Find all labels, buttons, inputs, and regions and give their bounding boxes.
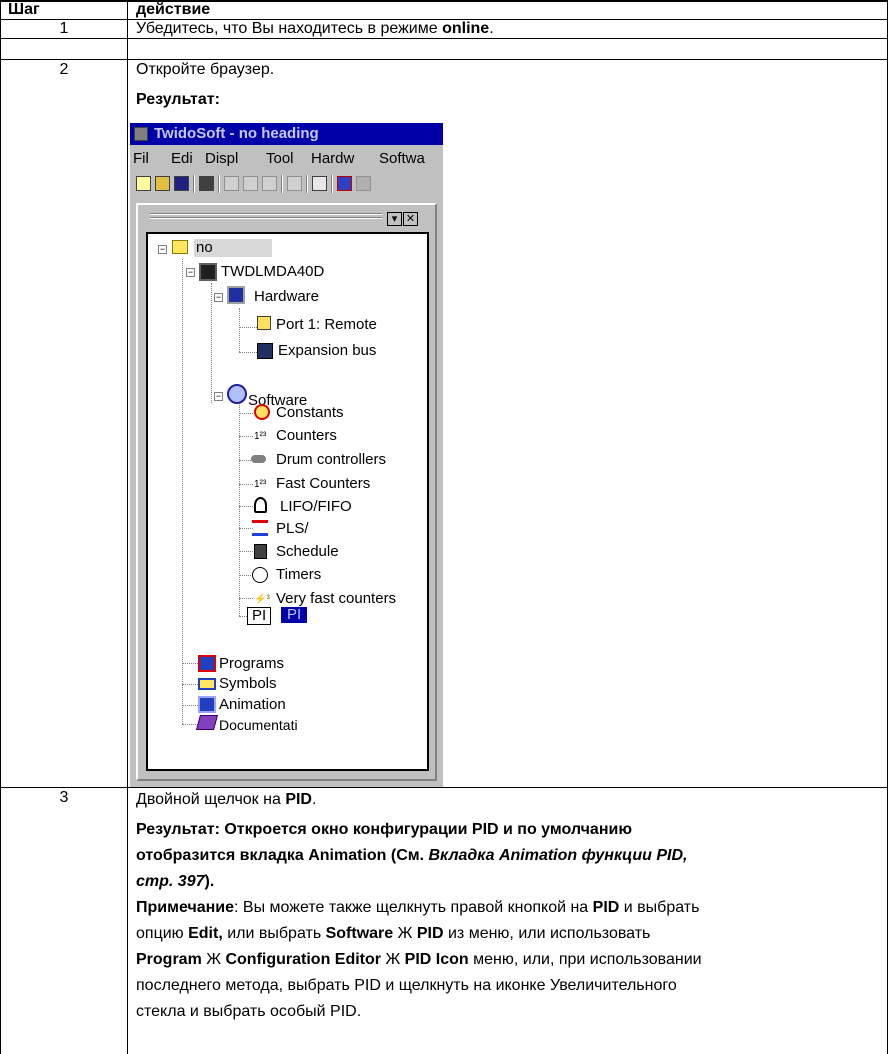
step-3-line: Двойной щелчок на PID. xyxy=(136,791,317,808)
panel-grip[interactable] xyxy=(150,217,382,219)
menu-file[interactable]: Fil xyxy=(133,148,149,170)
tree-item[interactable]: PLS/ xyxy=(276,520,309,538)
result-label: Результат: xyxy=(136,91,220,108)
tree-pid[interactable]: PI xyxy=(247,607,272,625)
tree-expansion[interactable]: Expansion bus xyxy=(278,342,376,360)
hardware-icon xyxy=(227,286,245,304)
step-3-line: Program Ж Configuration Editor Ж PID Ico… xyxy=(136,951,702,968)
undo-icon[interactable] xyxy=(287,176,302,191)
tree-item[interactable]: Drum controllers xyxy=(276,451,386,469)
schedule-icon xyxy=(254,544,267,559)
tree-hardware[interactable]: Hardware xyxy=(254,288,319,306)
browser-icon[interactable] xyxy=(312,176,327,191)
tree-item[interactable]: Counters xyxy=(276,427,337,445)
tree-animation[interactable]: Animation xyxy=(219,696,286,714)
step-number: 1 xyxy=(59,20,69,37)
new-icon[interactable] xyxy=(136,176,151,191)
folder-icon xyxy=(172,240,188,254)
toolbar-separator xyxy=(218,175,220,193)
window-titlebar: TwidoSoft - no heading xyxy=(130,123,443,145)
tree-port[interactable]: Port 1: Remote xyxy=(276,316,377,334)
menu-hardware[interactable]: Hardw xyxy=(311,148,354,170)
step-1-text: Убедитесь, что Вы находитесь в режиме on… xyxy=(136,20,494,37)
animation-icon xyxy=(198,696,216,713)
tree-item[interactable]: LIFO/FIFO xyxy=(280,498,352,516)
tree-root[interactable]: no xyxy=(194,239,272,257)
tree-pid-selected[interactable]: PI xyxy=(281,607,308,623)
toolbar-separator xyxy=(281,175,283,193)
pls-icon xyxy=(252,520,268,536)
disconnect-icon[interactable] xyxy=(356,176,371,191)
cut-icon[interactable] xyxy=(224,176,239,191)
menu-edit[interactable]: Edi xyxy=(171,148,193,170)
browser-panel: ▾ ✕ − no − TWDLMDA40D − Hardware Port 1:… xyxy=(136,203,437,781)
port-icon xyxy=(257,316,271,330)
toolbar-separator xyxy=(331,175,333,193)
copy-icon[interactable] xyxy=(243,176,258,191)
programs-icon xyxy=(198,655,216,672)
step-3-line: отобразится вкладка Animation (См. Вклад… xyxy=(136,847,688,864)
collapse-icon[interactable]: − xyxy=(214,392,223,401)
software-icon xyxy=(227,384,247,404)
fast-counters-icon: 1²³ xyxy=(254,479,267,490)
expansion-icon xyxy=(257,343,273,359)
collapse-icon[interactable]: − xyxy=(214,293,223,302)
step-3-line: стр. 397). xyxy=(136,873,215,890)
menu-display[interactable]: Displ xyxy=(205,148,238,170)
toolbar xyxy=(130,172,443,196)
save-icon[interactable] xyxy=(174,176,189,191)
tree-item[interactable]: Timers xyxy=(276,566,321,584)
header-step: Шаг xyxy=(8,1,40,18)
tree-documentation[interactable]: Documentati xyxy=(219,716,298,734)
step-3-line: последнего метода, выбрать PID и щелкнут… xyxy=(136,977,677,994)
paste-icon[interactable] xyxy=(262,176,277,191)
step-number: 3 xyxy=(59,789,69,806)
table-top-border xyxy=(0,0,888,2)
lifo-fifo-icon xyxy=(254,497,267,513)
menu-bar: Fil Edi Displ Tool Hardw Softwa xyxy=(130,148,443,170)
twidosoft-screenshot: TwidoSoft - no heading Fil Edi Displ Too… xyxy=(130,123,443,787)
counters-icon: 1²³ xyxy=(254,431,267,442)
drum-icon xyxy=(251,455,266,463)
timer-icon xyxy=(252,567,268,583)
step-2-text: Откройте браузер. xyxy=(136,61,275,78)
open-icon[interactable] xyxy=(155,176,170,191)
symbols-icon xyxy=(198,678,216,690)
connect-icon[interactable] xyxy=(337,176,352,191)
panel-close-icon[interactable]: ✕ xyxy=(403,212,418,226)
window-title: TwidoSoft - no heading xyxy=(154,125,319,142)
panel-grip[interactable] xyxy=(150,213,382,215)
toolbar-separator xyxy=(193,175,195,193)
tree-symbols[interactable]: Symbols xyxy=(219,675,277,693)
header-action: действие xyxy=(136,1,211,18)
plc-icon xyxy=(199,263,217,281)
collapse-icon[interactable]: − xyxy=(186,268,195,277)
collapse-icon[interactable]: − xyxy=(158,245,167,254)
constants-icon xyxy=(254,404,270,420)
step-number: 2 xyxy=(59,61,69,78)
menu-tools[interactable]: Tool xyxy=(266,148,294,170)
tree-item[interactable]: Constants xyxy=(276,404,344,422)
panel-dropdown-icon[interactable]: ▾ xyxy=(387,212,402,226)
row-divider xyxy=(0,787,888,788)
step-3-line: Примечание: Вы можете также щелкнуть пра… xyxy=(136,899,700,916)
menu-software[interactable]: Softwa xyxy=(379,148,425,170)
row-divider xyxy=(0,59,888,60)
toolbar-separator xyxy=(306,175,308,193)
tree-programs[interactable]: Programs xyxy=(219,655,284,673)
step-3-line: Результат: Откроется окно конфигурации P… xyxy=(136,821,632,838)
tree-item[interactable]: Schedule xyxy=(276,543,339,561)
tree-controller[interactable]: TWDLMDA40D xyxy=(221,263,324,281)
table-left-border xyxy=(0,0,1,1054)
application-tree: − no − TWDLMDA40D − Hardware Port 1: Rem… xyxy=(146,232,429,771)
app-icon xyxy=(134,127,148,141)
step-3-line: опцию Edit, или выбрать Software Ж PID и… xyxy=(136,925,651,942)
column-divider xyxy=(127,0,128,1054)
tree-item[interactable]: Fast Counters xyxy=(276,475,370,493)
documentation-icon xyxy=(195,715,219,730)
print-icon[interactable] xyxy=(199,176,214,191)
step-3-line: стекла и выбрать особый PID. xyxy=(136,1003,362,1020)
